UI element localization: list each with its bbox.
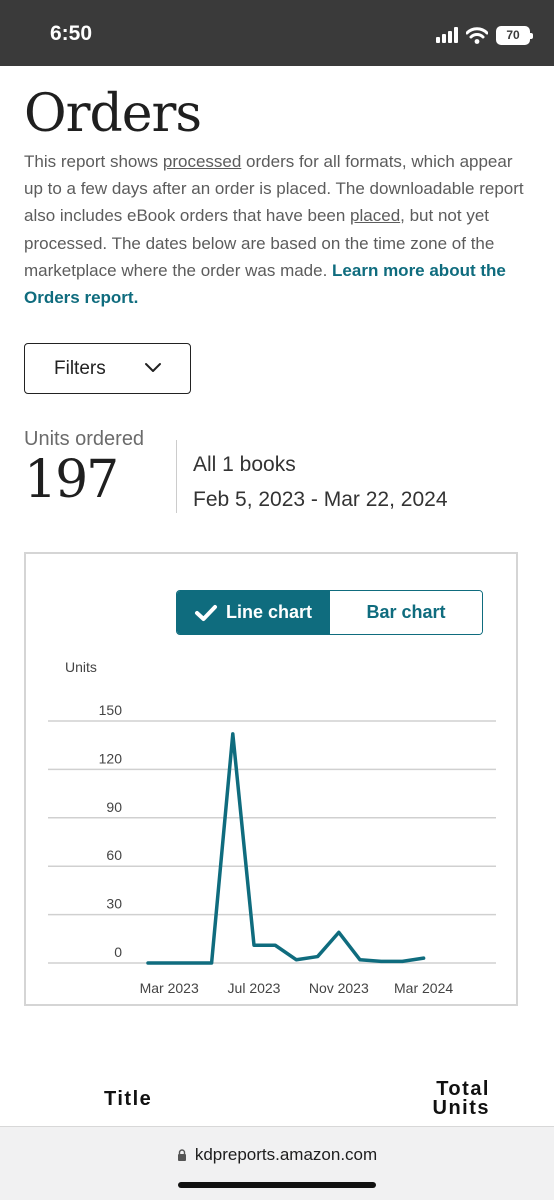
y-tick-label: 150 [99,702,123,718]
date-range: Feb 5, 2023 - Mar 22, 2024 [193,488,448,511]
chevron-down-icon [145,363,161,372]
data-point[interactable] [187,960,193,966]
data-point[interactable] [209,960,215,966]
page-title: Orders [24,84,202,144]
total-units-column-header[interactable]: Total Units [410,1079,490,1119]
data-point[interactable] [251,942,257,948]
y-tick-label: 120 [99,750,123,766]
processed-link[interactable]: processed [163,152,241,171]
data-point[interactable] [357,957,363,963]
y-tick-label: 30 [106,896,122,912]
data-point[interactable] [378,958,384,964]
intro-text: This report shows processed orders for a… [24,148,524,311]
wifi-icon [466,26,488,44]
filters-label: Filters [54,357,106,379]
y-axis-label: Units [65,659,97,675]
data-point[interactable] [272,942,278,948]
title-column-header[interactable]: Title [104,1088,152,1111]
units-ordered-value: 197 [24,450,119,510]
y-tick-label: 0 [114,944,122,960]
battery-level: 70 [506,27,520,42]
status-time: 6:50 [50,22,93,45]
y-tick-label: 60 [106,847,122,863]
data-point[interactable] [145,960,151,966]
summary-divider [176,440,177,513]
filters-button[interactable]: Filters [24,343,191,394]
x-tick-label: Mar 2024 [394,980,453,996]
chart-card: Line chart Bar chart Units 150 120 90 60 30 0 M… [24,552,518,1006]
lock-icon [177,1149,186,1161]
url-text: kdpreports.amazon.com [194,1145,378,1164]
books-count: All 1 books [193,453,296,476]
data-point[interactable] [293,957,299,963]
status-icons: 70 [436,22,533,48]
battery-icon: 70 [496,25,533,45]
x-tick-label: Mar 2023 [140,980,199,996]
status-bar: 6:50 70 [0,0,554,66]
signal-icon [436,27,458,43]
data-point[interactable] [399,958,405,964]
intro-part-1: This report shows [24,152,163,171]
home-indicator[interactable] [178,1182,376,1188]
data-point[interactable] [421,955,427,961]
units-ordered-label: Units ordered [24,428,145,450]
units-series-line [146,732,426,965]
data-point[interactable] [230,731,236,737]
url-display[interactable]: kdpreports.amazon.com [0,1145,554,1165]
browser-address-bar[interactable]: kdpreports.amazon.com [0,1126,554,1200]
placed-link[interactable]: placed [350,206,400,225]
total-units-line-2: Units [432,1097,490,1119]
y-tick-label: 90 [106,799,122,815]
x-tick-label: Nov 2023 [309,980,369,996]
data-point[interactable] [336,929,342,935]
data-point[interactable] [166,960,172,966]
x-tick-label: Jul 2023 [228,980,281,996]
data-point[interactable] [315,954,321,960]
orders-line-chart: Units 150 120 90 60 30 0 Mar 2023 Jul 2023 Nov 20… [48,659,496,996]
